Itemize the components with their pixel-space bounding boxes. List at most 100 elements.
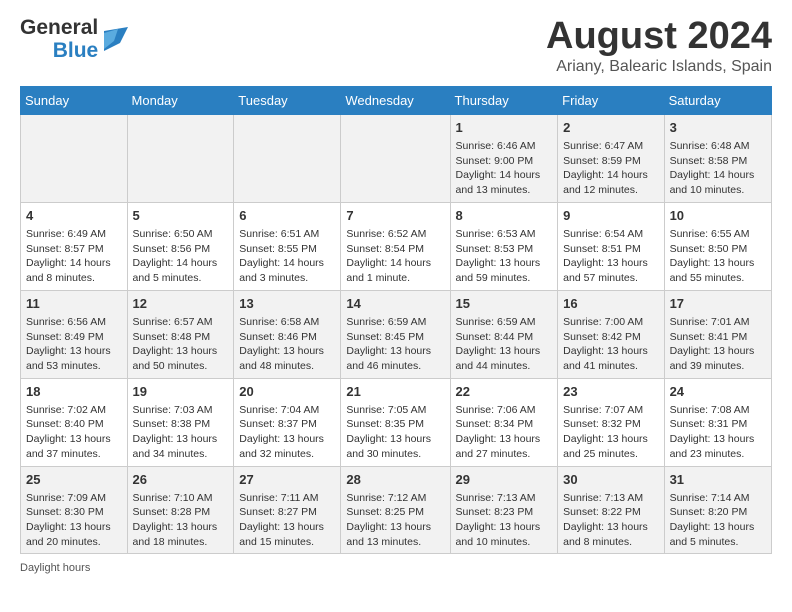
day-info: Sunset: 8:54 PM	[346, 242, 444, 257]
day-number: 10	[670, 207, 766, 225]
logo: General Blue	[20, 16, 128, 62]
day-info: Sunset: 8:58 PM	[670, 154, 766, 169]
day-info: Sunset: 8:32 PM	[563, 417, 658, 432]
calendar-table: SundayMondayTuesdayWednesdayThursdayFrid…	[20, 86, 772, 555]
day-info: Sunset: 8:42 PM	[563, 330, 658, 345]
weekday-header-tuesday: Tuesday	[234, 86, 341, 114]
day-info: Daylight: 13 hours	[26, 344, 122, 359]
day-info: Sunset: 8:50 PM	[670, 242, 766, 257]
day-info: Sunrise: 7:07 AM	[563, 403, 658, 418]
day-number: 2	[563, 119, 658, 137]
calendar-cell: 18Sunrise: 7:02 AMSunset: 8:40 PMDayligh…	[21, 378, 128, 466]
day-info: and 50 minutes.	[133, 359, 229, 374]
weekday-header-wednesday: Wednesday	[341, 86, 450, 114]
day-info: Sunrise: 6:59 AM	[456, 315, 553, 330]
day-info: and 25 minutes.	[563, 447, 658, 462]
day-info: Sunrise: 7:12 AM	[346, 491, 444, 506]
calendar-cell: 10Sunrise: 6:55 AMSunset: 8:50 PMDayligh…	[664, 202, 771, 290]
day-info: Sunset: 8:20 PM	[670, 505, 766, 520]
calendar-cell: 26Sunrise: 7:10 AMSunset: 8:28 PMDayligh…	[127, 466, 234, 554]
day-info: and 27 minutes.	[456, 447, 553, 462]
day-info: and 44 minutes.	[456, 359, 553, 374]
day-info: and 34 minutes.	[133, 447, 229, 462]
day-info: Daylight: 13 hours	[456, 520, 553, 535]
day-info: Sunrise: 7:13 AM	[563, 491, 658, 506]
calendar-cell: 9Sunrise: 6:54 AMSunset: 8:51 PMDaylight…	[558, 202, 664, 290]
weekday-header-row: SundayMondayTuesdayWednesdayThursdayFrid…	[21, 86, 772, 114]
day-info: Sunrise: 6:56 AM	[26, 315, 122, 330]
day-info: Daylight: 13 hours	[346, 344, 444, 359]
day-info: Sunrise: 6:48 AM	[670, 139, 766, 154]
day-info: Sunrise: 6:51 AM	[239, 227, 335, 242]
day-info: Sunset: 8:22 PM	[563, 505, 658, 520]
day-number: 11	[26, 295, 122, 313]
weekday-header-friday: Friday	[558, 86, 664, 114]
day-info: Daylight: 13 hours	[133, 432, 229, 447]
day-info: Sunrise: 6:52 AM	[346, 227, 444, 242]
day-info: Daylight: 13 hours	[239, 520, 335, 535]
day-info: Sunrise: 6:49 AM	[26, 227, 122, 242]
day-info: and 20 minutes.	[26, 535, 122, 550]
day-info: Daylight: 14 hours	[26, 256, 122, 271]
day-info: Sunrise: 7:00 AM	[563, 315, 658, 330]
day-info: Sunrise: 6:50 AM	[133, 227, 229, 242]
calendar-cell: 23Sunrise: 7:07 AMSunset: 8:32 PMDayligh…	[558, 378, 664, 466]
calendar-cell: 21 Sunrise: 7:05 AMSunset: 8:35 PMDayligh…	[341, 378, 450, 466]
day-info: Sunset: 8:35 PM	[346, 417, 444, 432]
page-header: General Blue August 2024 Ariany, Baleari…	[20, 16, 772, 76]
day-info: and 8 minutes.	[26, 271, 122, 286]
day-info: and 8 minutes.	[563, 535, 658, 550]
day-info: Sunrise: 7:05 AM	[346, 403, 444, 418]
day-info: Sunrise: 7:02 AM	[26, 403, 122, 418]
day-info: Sunrise: 7:06 AM	[456, 403, 553, 418]
day-info: Sunset: 8:45 PM	[346, 330, 444, 345]
day-info: Sunrise: 7:11 AM	[239, 491, 335, 506]
day-number: 15	[456, 295, 553, 313]
day-info: Daylight: 13 hours	[670, 344, 766, 359]
calendar-cell: 20Sunrise: 7:04 AMSunset: 8:37 PMDayligh…	[234, 378, 341, 466]
day-info: and 30 minutes.	[346, 447, 444, 462]
day-number: 12	[133, 295, 229, 313]
day-info: Daylight: 13 hours	[26, 432, 122, 447]
calendar-cell: 17Sunrise: 7:01 AMSunset: 8:41 PMDayligh…	[664, 290, 771, 378]
day-info: Sunrise: 6:58 AM	[239, 315, 335, 330]
calendar-cell: 24Sunrise: 7:08 AMSunset: 8:31 PMDayligh…	[664, 378, 771, 466]
day-info: and 23 minutes.	[670, 447, 766, 462]
day-info: Daylight: 13 hours	[26, 520, 122, 535]
day-info: Sunset: 8:38 PM	[133, 417, 229, 432]
day-number: 13	[239, 295, 335, 313]
calendar-cell: 15Sunrise: 6:59 AMSunset: 8:44 PMDayligh…	[450, 290, 558, 378]
calendar-row-1: 4Sunrise: 6:49 AMSunset: 8:57 PMDaylight…	[21, 202, 772, 290]
day-info: Sunset: 8:28 PM	[133, 505, 229, 520]
day-info: and 18 minutes.	[133, 535, 229, 550]
calendar-cell: 14 Sunrise: 6:59 AMSunset: 8:45 PMDayligh…	[341, 290, 450, 378]
calendar-cell	[21, 114, 128, 202]
day-number: 1	[456, 119, 553, 137]
day-info: Daylight: 13 hours	[346, 520, 444, 535]
day-info: and 32 minutes.	[239, 447, 335, 462]
day-info: Sunrise: 6:54 AM	[563, 227, 658, 242]
day-info: Sunset: 8:27 PM	[239, 505, 335, 520]
day-info: Sunset: 8:55 PM	[239, 242, 335, 257]
logo-blue: Blue	[53, 39, 99, 62]
calendar-cell: 12Sunrise: 6:57 AMSunset: 8:48 PMDayligh…	[127, 290, 234, 378]
day-number: 30	[563, 471, 658, 489]
daylight-label: Daylight hours	[20, 562, 90, 574]
day-number: 21	[346, 383, 444, 401]
calendar-cell: 13Sunrise: 6:58 AMSunset: 8:46 PMDayligh…	[234, 290, 341, 378]
day-info: and 10 minutes.	[670, 183, 766, 198]
day-info: Daylight: 14 hours	[346, 256, 444, 271]
calendar-cell: 1Sunrise: 6:46 AMSunset: 9:00 PMDaylight…	[450, 114, 558, 202]
calendar-cell	[127, 114, 234, 202]
day-info: Daylight: 14 hours	[456, 168, 553, 183]
day-info: and 3 minutes.	[239, 271, 335, 286]
footer: Daylight hours	[20, 562, 772, 574]
day-number: 8	[456, 207, 553, 225]
day-info: Daylight: 13 hours	[346, 432, 444, 447]
day-info: Sunrise: 6:59 AM	[346, 315, 444, 330]
calendar-cell: 27Sunrise: 7:11 AMSunset: 8:27 PMDayligh…	[234, 466, 341, 554]
day-number: 16	[563, 295, 658, 313]
weekday-header-sunday: Sunday	[21, 86, 128, 114]
day-number: 14	[346, 295, 444, 313]
day-info: Daylight: 13 hours	[670, 256, 766, 271]
